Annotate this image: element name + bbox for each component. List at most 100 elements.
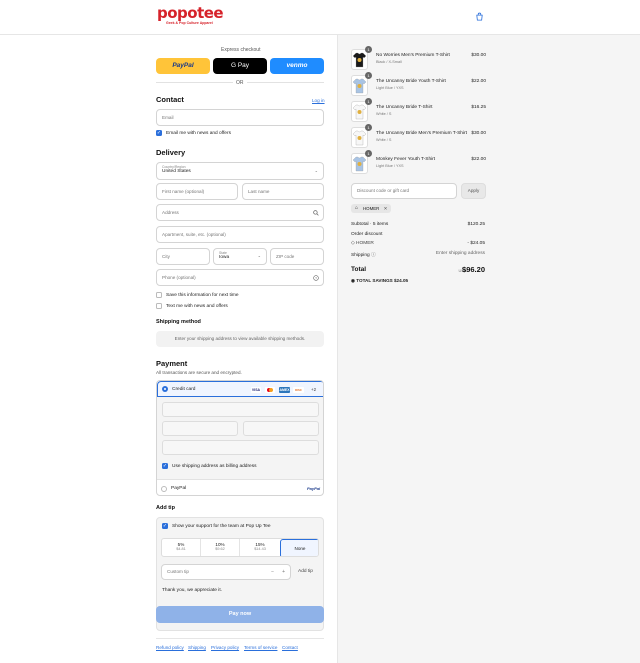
country-value: United States bbox=[162, 169, 191, 174]
divider bbox=[247, 82, 324, 83]
product-variant: Light Blue / YXS bbox=[376, 86, 404, 90]
savings-value: $24.05 bbox=[394, 278, 409, 283]
increment-icon[interactable]: + bbox=[282, 565, 285, 579]
product-name: No Worries Men's Premium T-Shirt bbox=[376, 53, 450, 58]
venmo-express-button[interactable]: venmo bbox=[270, 58, 324, 74]
card-number-field[interactable] bbox=[162, 402, 319, 417]
email-field[interactable]: Email bbox=[156, 109, 324, 126]
city-field[interactable]: City bbox=[156, 248, 210, 265]
remove-discount-icon[interactable]: ✕ bbox=[384, 206, 388, 211]
shipping-method-heading: Shipping method bbox=[156, 319, 201, 325]
amex-icon: AMEX bbox=[279, 387, 290, 393]
tip-option-none[interactable]: None bbox=[280, 539, 318, 556]
billing-same-checkbox[interactable]: ✓ bbox=[162, 463, 168, 469]
payment-methods-box: Credit card VISA AMEX DISC +2 ✓ Use ship… bbox=[156, 380, 324, 496]
radio-unselected[interactable] bbox=[161, 486, 167, 492]
add-tip-button[interactable]: Add tip bbox=[298, 569, 313, 574]
store-logo[interactable]: popotee bbox=[157, 5, 224, 22]
gpay-express-button[interactable]: G Pay bbox=[213, 58, 267, 74]
text-offers-label: Text me with news and offers bbox=[166, 304, 228, 309]
login-link[interactable]: Log in bbox=[312, 98, 325, 103]
product-price: $30.00 bbox=[471, 53, 486, 58]
card-form: ✓ Use shipping address as billing addres… bbox=[157, 397, 323, 479]
first-name-field[interactable]: First name (optional) bbox=[156, 183, 238, 200]
state-select[interactable]: State Iowa ⌄ bbox=[213, 248, 267, 265]
decrement-icon[interactable]: − bbox=[271, 565, 274, 579]
mastercard-icon bbox=[265, 387, 275, 393]
product-variant: Black / X-Small bbox=[376, 60, 402, 64]
quantity-badge: 1 bbox=[365, 150, 372, 157]
address-field[interactable]: Address bbox=[156, 204, 324, 221]
chevron-down-icon: ⌄ bbox=[257, 253, 261, 258]
credit-card-option[interactable]: Credit card VISA AMEX DISC +2 bbox=[157, 381, 323, 397]
tip-thanks: Thank you, we appreciate it. bbox=[162, 588, 222, 593]
zip-field[interactable]: ZIP code bbox=[270, 248, 324, 265]
product-price: $22.00 bbox=[471, 79, 486, 84]
contact-link[interactable]: Contact bbox=[282, 645, 298, 650]
paypal-option[interactable]: PayPal PayPal bbox=[157, 479, 323, 495]
custom-tip-field[interactable]: Custom tip − + bbox=[161, 564, 291, 580]
custom-tip-placeholder: Custom tip bbox=[167, 569, 189, 574]
credit-card-label: Credit card bbox=[172, 387, 196, 392]
refund-policy-link[interactable]: Refund policy bbox=[156, 645, 184, 650]
save-info-checkbox[interactable] bbox=[156, 292, 162, 298]
product-name: The Uncanny Bride Men's Premium T-Shirt bbox=[376, 131, 467, 136]
discount-code-row: ◇ HOMER bbox=[351, 241, 374, 246]
site-header: popotee Geek & Pop Culture Apparel bbox=[0, 0, 640, 35]
text-offers-checkbox[interactable] bbox=[156, 303, 162, 309]
tip-support-checkbox[interactable]: ✓ bbox=[162, 523, 168, 529]
apartment-field[interactable]: Apartment, suite, etc. (optional) bbox=[156, 226, 324, 243]
tip-amount: $4.81 bbox=[176, 547, 186, 551]
total-label: Total bbox=[351, 266, 367, 273]
product-name: The Uncanny Bride T-Shirt bbox=[376, 105, 433, 110]
subtotal-value: $120.25 bbox=[467, 222, 485, 227]
shipping-value: Enter shipping address bbox=[435, 251, 485, 256]
checkout-form: Express checkout PayPal G Pay venmo OR C… bbox=[0, 35, 337, 663]
product-variant: White / S bbox=[376, 112, 392, 116]
add-tip-heading: Add tip bbox=[156, 505, 175, 511]
tip-amount: $9.62 bbox=[215, 547, 225, 551]
security-code-field[interactable] bbox=[243, 421, 319, 436]
search-icon bbox=[313, 210, 319, 216]
shopping-bag-icon[interactable] bbox=[475, 12, 484, 21]
radio-selected[interactable] bbox=[162, 386, 168, 392]
divider bbox=[156, 638, 324, 639]
help-icon[interactable]: ⓘ bbox=[370, 253, 376, 258]
tip-option-5[interactable]: 5% $4.81 bbox=[162, 539, 201, 556]
phone-placeholder: Phone (optional) bbox=[162, 275, 196, 280]
shipping-link[interactable]: Shipping bbox=[188, 645, 206, 650]
tip-amount: $14.43 bbox=[254, 547, 266, 551]
visa-icon: VISA bbox=[251, 387, 261, 393]
email-news-checkbox[interactable]: ✓ bbox=[156, 130, 162, 136]
help-icon[interactable]: ? bbox=[313, 275, 319, 281]
discount-value: - $24.05 bbox=[467, 241, 485, 246]
tip-option-15[interactable]: 15% $14.43 bbox=[240, 539, 280, 556]
discount-chip: ⌂ HOMER ✕ bbox=[351, 204, 392, 213]
phone-field[interactable]: Phone (optional) ? bbox=[156, 269, 324, 286]
expiry-field[interactable] bbox=[162, 421, 238, 436]
tshirt-icon bbox=[352, 52, 367, 68]
tshirt-icon bbox=[352, 104, 367, 120]
last-name-field[interactable]: Last name bbox=[242, 183, 324, 200]
shipping-method-notice: Enter your shipping address to view avai… bbox=[156, 331, 324, 347]
country-select[interactable]: Country/Region United States ⌄ bbox=[156, 162, 324, 180]
pay-now-button[interactable]: Pay now bbox=[156, 606, 324, 623]
address-placeholder: Address bbox=[162, 210, 179, 215]
quantity-badge: 1 bbox=[365, 124, 372, 131]
cart-item: 1 No Worries Men's Premium T-Shirt Black /… bbox=[351, 46, 486, 71]
tshirt-icon bbox=[352, 78, 367, 94]
discount-field[interactable]: Discount code or gift card bbox=[351, 183, 457, 199]
privacy-policy-link[interactable]: Privacy policy bbox=[211, 645, 239, 650]
tip-option-10[interactable]: 10% $9.62 bbox=[201, 539, 240, 556]
tip-support-label: Show your support for the team at Pop Up… bbox=[172, 524, 271, 529]
order-summary: 1 No Worries Men's Premium T-Shirt Black /… bbox=[337, 35, 640, 663]
product-price: $16.25 bbox=[471, 105, 486, 110]
apply-button[interactable]: Apply bbox=[461, 183, 486, 199]
product-variant: Light Blue / YXS bbox=[376, 164, 404, 168]
paypal-express-button[interactable]: PayPal bbox=[156, 58, 210, 74]
tip-options: 5% $4.81 10% $9.62 15% $14.43 None bbox=[161, 538, 319, 557]
quantity-badge: 1 bbox=[365, 98, 372, 105]
terms-link[interactable]: Terms of service bbox=[244, 645, 277, 650]
name-on-card-field[interactable] bbox=[162, 440, 319, 455]
savings-label: TOTAL SAVINGS bbox=[356, 278, 393, 283]
